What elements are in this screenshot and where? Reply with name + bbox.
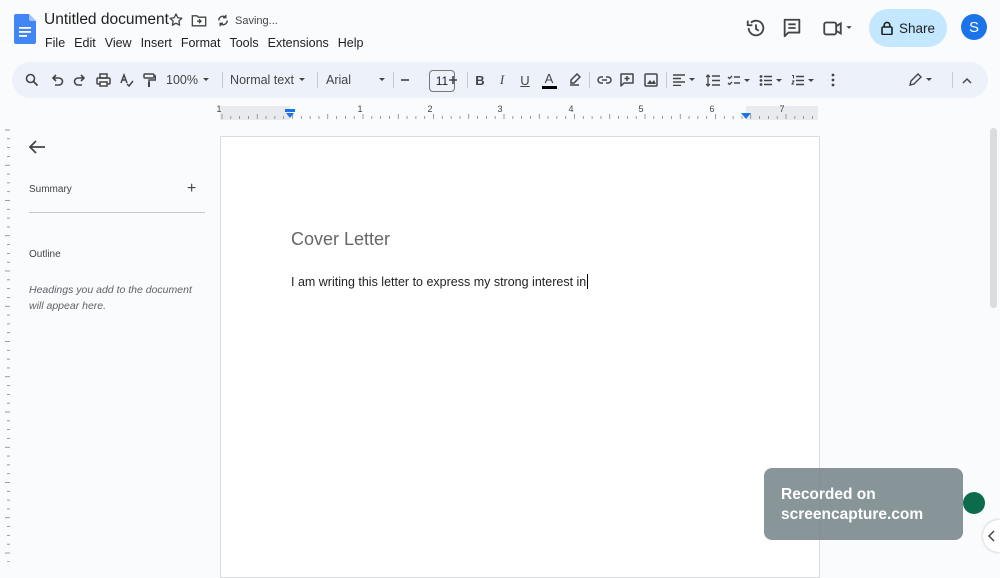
menu-help[interactable]: Help	[338, 36, 364, 50]
bold-button[interactable]: B	[472, 62, 488, 98]
line-spacing-icon[interactable]	[703, 62, 723, 98]
more-options-icon[interactable]	[826, 62, 840, 98]
text-color-button[interactable]: A	[540, 62, 558, 98]
move-to-folder-icon[interactable]	[191, 13, 207, 28]
save-status-text: Saving...	[235, 15, 278, 27]
ruler-number: 3	[497, 104, 502, 114]
vertical-ruler-ticks	[5, 129, 10, 562]
collapse-menus-icon[interactable]	[958, 62, 976, 98]
menu-tools[interactable]: Tools	[229, 36, 258, 50]
insert-link-icon[interactable]	[595, 62, 613, 98]
insert-image-icon[interactable]	[642, 62, 660, 98]
chevron-down-icon	[202, 78, 209, 81]
watermark-line-2: screencapture.com	[781, 506, 924, 523]
paragraph-style-select[interactable]: Normal text	[229, 62, 309, 98]
ruler-ticks	[220, 106, 818, 120]
account-avatar[interactable]: S	[961, 14, 987, 40]
increase-font-size-button[interactable]	[445, 62, 461, 98]
sidebar-divider	[29, 212, 205, 213]
ruler-number: 7	[779, 104, 784, 114]
menu-extensions[interactable]: Extensions	[268, 36, 329, 50]
document-heading[interactable]: Cover Letter	[291, 229, 390, 250]
document-body-text: I am writing this letter to express my s…	[291, 275, 587, 289]
font-family-select[interactable]: Arial	[324, 62, 390, 98]
ruler-number: 2	[427, 104, 432, 114]
checklist-select[interactable]	[726, 62, 754, 98]
version-history-icon[interactable]	[745, 17, 767, 39]
extension-badge-icon[interactable]	[963, 492, 985, 514]
document-page[interactable]: Cover Letter I am writing this letter to…	[220, 136, 820, 578]
first-line-indent-marker[interactable]	[285, 109, 295, 112]
share-button[interactable]: Share	[869, 9, 947, 47]
ruler-number: 1	[357, 104, 362, 114]
chevron-down-icon	[379, 78, 385, 81]
text-cursor	[587, 274, 589, 289]
document-title[interactable]: Untitled document	[44, 11, 169, 29]
toolbar-divider	[666, 72, 667, 88]
bulleted-list-select[interactable]	[758, 62, 786, 98]
outline-label: Outline	[29, 249, 61, 260]
lock-icon	[881, 21, 893, 35]
toolbar-divider	[393, 72, 394, 88]
recorder-watermark: Recorded on screencapture.com	[764, 468, 963, 540]
add-summary-button[interactable]: +	[187, 181, 196, 197]
horizontal-ruler[interactable]: 1 1 2 3 4 5 6 7	[0, 102, 1000, 124]
menu-bar: File Edit View Insert Format Tools Exten…	[45, 36, 373, 50]
summary-label: Summary	[29, 184, 72, 195]
comment-icon[interactable]	[781, 17, 803, 39]
font-family-value: Arial	[326, 73, 352, 87]
menu-format[interactable]: Format	[181, 36, 221, 50]
editing-mode-select[interactable]	[906, 62, 940, 98]
menu-file[interactable]: File	[45, 36, 65, 50]
undo-icon[interactable]	[47, 62, 67, 98]
italic-button[interactable]: I	[494, 62, 510, 98]
ruler-number: 1	[216, 104, 221, 114]
zoom-value: 100%	[166, 73, 198, 87]
menu-insert[interactable]: Insert	[141, 36, 172, 50]
ruler-number: 4	[568, 104, 573, 114]
numbered-list-select[interactable]	[790, 62, 818, 98]
menu-view[interactable]: View	[105, 36, 132, 50]
paragraph-style-value: Normal text	[230, 73, 294, 87]
redo-icon[interactable]	[70, 62, 90, 98]
decrease-font-size-button[interactable]	[397, 62, 413, 98]
chevron-down-icon	[298, 78, 305, 81]
toolbar-divider	[317, 72, 318, 88]
ruler-number: 6	[709, 104, 714, 114]
toolbar-divider	[222, 72, 223, 88]
add-comment-icon[interactable]	[618, 62, 636, 98]
top-bar: Untitled document Saving... File Edit Vi…	[0, 0, 1000, 60]
underline-button[interactable]: U	[517, 62, 533, 98]
outline-hint: Headings you add to the document will ap…	[29, 284, 192, 312]
star-icon[interactable]	[168, 12, 184, 28]
text-color-label: A	[544, 70, 554, 86]
toolbar-divider	[952, 72, 953, 88]
back-arrow-icon[interactable]	[28, 139, 46, 155]
ruler-numbers: 1 1 2 3 4 5 6 7	[216, 104, 784, 114]
watermark-line-1: Recorded on	[781, 486, 876, 503]
meet-video-icon[interactable]	[821, 17, 855, 39]
highlight-color-icon[interactable]	[565, 62, 583, 98]
spellcheck-icon[interactable]	[116, 62, 136, 98]
formatting-toolbar: 100% Normal text Arial 11 B I U A	[12, 62, 988, 98]
search-menus-icon[interactable]	[22, 62, 42, 98]
menu-edit[interactable]: Edit	[74, 36, 96, 50]
document-body-line[interactable]: I am writing this letter to express my s…	[291, 274, 589, 289]
paint-format-icon[interactable]	[139, 62, 159, 98]
ruler-number: 5	[638, 104, 643, 114]
vertical-ruler[interactable]	[0, 126, 14, 562]
toolbar-divider	[467, 72, 468, 88]
toolbar-divider	[589, 72, 590, 88]
text-color-swatch	[541, 85, 557, 89]
sync-status-icon	[218, 14, 228, 27]
vertical-scrollbar[interactable]	[990, 128, 997, 308]
chevron-left-icon	[987, 530, 995, 542]
align-select[interactable]	[671, 62, 699, 98]
print-icon[interactable]	[93, 62, 113, 98]
google-docs-logo-icon[interactable]	[14, 14, 36, 44]
share-label: Share	[898, 20, 936, 36]
side-panel-toggle[interactable]	[983, 520, 1000, 552]
zoom-select[interactable]: 100%	[164, 62, 214, 98]
